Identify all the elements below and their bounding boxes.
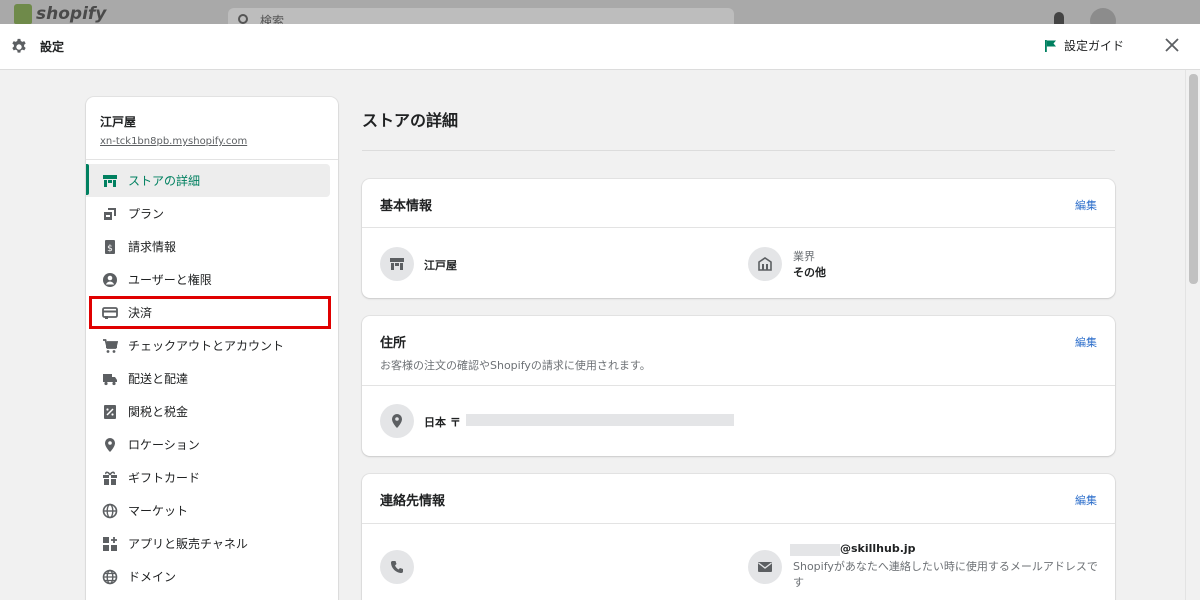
search-placeholder: 検索	[260, 14, 285, 24]
globe-icon	[102, 503, 118, 519]
sidebar-item-shipping[interactable]: 配送と配達	[86, 362, 338, 395]
email-icon	[748, 550, 782, 584]
industry-value: その他	[793, 266, 826, 279]
logo-text: shopify	[36, 4, 107, 24]
location-icon	[102, 437, 118, 453]
edit-contact-link[interactable]: 編集	[1075, 492, 1097, 508]
setup-guide-label: 設定ガイド	[1064, 39, 1125, 53]
sidebar-item-label: ストアの詳細	[128, 174, 201, 188]
redacted-email	[790, 544, 840, 556]
store-name-value: 江戸屋	[424, 259, 457, 272]
store-icon	[102, 173, 118, 189]
sidebar-item-label: 関税と税金	[128, 405, 189, 419]
edit-address-link[interactable]: 編集	[1075, 334, 1097, 350]
email-value: @skillhub.jp	[840, 542, 916, 555]
sidebar-item-label: チェックアウトとアカウント	[128, 339, 285, 353]
tax-icon	[102, 404, 118, 420]
sidebar-item-label: ギフトカード	[128, 471, 201, 485]
card-title: 基本情報	[380, 199, 433, 214]
top-bar: shopify 検索	[0, 0, 1200, 24]
shopify-bag-icon	[14, 4, 32, 24]
redacted-address	[466, 414, 734, 426]
billing-icon: $	[102, 239, 118, 255]
svg-text:$: $	[107, 244, 113, 254]
address-card: 住所 お客様の注文の確認やShopifyの請求に使用されます。 編集 日本 〒	[362, 316, 1115, 456]
store-icon	[380, 247, 414, 281]
sidebar-item-apps[interactable]: アプリと販売チャネル	[86, 527, 338, 560]
sidebar-item-markets[interactable]: マーケット	[86, 494, 338, 527]
edit-basic-link[interactable]: 編集	[1075, 197, 1097, 213]
notification-icon[interactable]	[1054, 12, 1064, 24]
gear-icon	[12, 38, 26, 53]
sidebar-item-label: ドメイン	[128, 570, 177, 584]
card-header: 住所 お客様の注文の確認やShopifyの請求に使用されます。 編集	[362, 316, 1115, 386]
sidebar-item-label: マーケット	[128, 504, 189, 518]
global-search[interactable]: 検索	[228, 8, 734, 24]
flag-icon	[1045, 39, 1056, 52]
card-title: 住所	[380, 336, 407, 351]
plan-icon	[102, 206, 118, 222]
settings-sidebar: 江戸屋 xn-tck1bn8pb.myshopify.com ストアの詳細 プラ…	[86, 97, 338, 600]
card-title: 連絡先情報	[380, 494, 446, 509]
sidebar-item-billing[interactable]: $ 請求情報	[86, 230, 338, 263]
sidebar-item-gift-cards[interactable]: ギフトカード	[86, 461, 338, 494]
domain-icon	[102, 569, 118, 585]
scrollbar[interactable]	[1185, 70, 1200, 600]
industry-label: 業界	[793, 250, 815, 263]
scrollbar-thumb[interactable]	[1189, 74, 1198, 284]
sidebar-item-taxes[interactable]: 関税と税金	[86, 395, 338, 428]
truck-icon	[102, 371, 118, 387]
contact-card: 連絡先情報 編集 @skillhub.jp Shopifyがあなたへ連絡したい時…	[362, 474, 1115, 600]
avatar[interactable]	[1090, 8, 1116, 24]
card-subtitle: お客様の注文の確認やShopifyの請求に使用されます。	[380, 359, 651, 372]
sidebar-item-store-details[interactable]: ストアの詳細	[86, 164, 330, 197]
store-header: 江戸屋 xn-tck1bn8pb.myshopify.com	[86, 97, 338, 160]
store-domain-link[interactable]: xn-tck1bn8pb.myshopify.com	[100, 136, 338, 147]
payment-icon	[102, 305, 118, 321]
sidebar-item-label: 請求情報	[128, 240, 177, 254]
sidebar-item-users[interactable]: ユーザーと権限	[86, 263, 338, 296]
search-icon	[238, 14, 248, 24]
address-value: 日本 〒	[424, 416, 461, 429]
store-name: 江戸屋	[100, 115, 137, 129]
cart-icon	[102, 338, 118, 354]
sidebar-item-label: 配送と配達	[128, 372, 189, 386]
sidebar-item-locations[interactable]: ロケーション	[86, 428, 338, 461]
location-icon	[380, 404, 414, 438]
sidebar-item-label: ロケーション	[128, 438, 200, 452]
sidebar-item-label: アプリと販売チャネル	[128, 537, 248, 551]
card-header: 連絡先情報 編集	[362, 474, 1115, 524]
sidebar-item-checkout[interactable]: チェックアウトとアカウント	[86, 329, 338, 362]
email-note: Shopifyがあなたへ連絡したい時に使用するメールアドレスです	[793, 560, 1098, 589]
setup-guide-button[interactable]: 設定ガイド	[1044, 37, 1124, 54]
sidebar-item-label: 決済	[128, 306, 153, 320]
sidebar-item-domains[interactable]: ドメイン	[86, 560, 338, 593]
page-title: ストアの詳細	[362, 111, 459, 130]
card-header: 基本情報 編集	[362, 179, 1115, 228]
title-divider	[362, 150, 1115, 151]
apps-icon	[102, 536, 118, 552]
gift-icon	[102, 470, 118, 486]
settings-nav: ストアの詳細 プラン $ 請求情報 ユーザーと権限 決済 チェックアウトとアカウ…	[86, 160, 338, 593]
shopify-logo: shopify	[14, 4, 106, 24]
sidebar-item-payments[interactable]: 決済	[89, 296, 331, 329]
user-icon	[102, 272, 118, 288]
basic-info-card: 基本情報 編集 江戸屋 業界 その他	[362, 179, 1115, 298]
sidebar-item-plan[interactable]: プラン	[86, 197, 338, 230]
settings-title: 設定	[40, 40, 65, 54]
phone-icon	[380, 550, 414, 584]
sidebar-item-label: プラン	[128, 207, 165, 221]
building-icon	[748, 247, 782, 281]
settings-header: 設定 設定ガイド	[0, 24, 1200, 70]
close-icon[interactable]	[1162, 35, 1182, 55]
sidebar-item-label: ユーザーと権限	[128, 273, 212, 287]
